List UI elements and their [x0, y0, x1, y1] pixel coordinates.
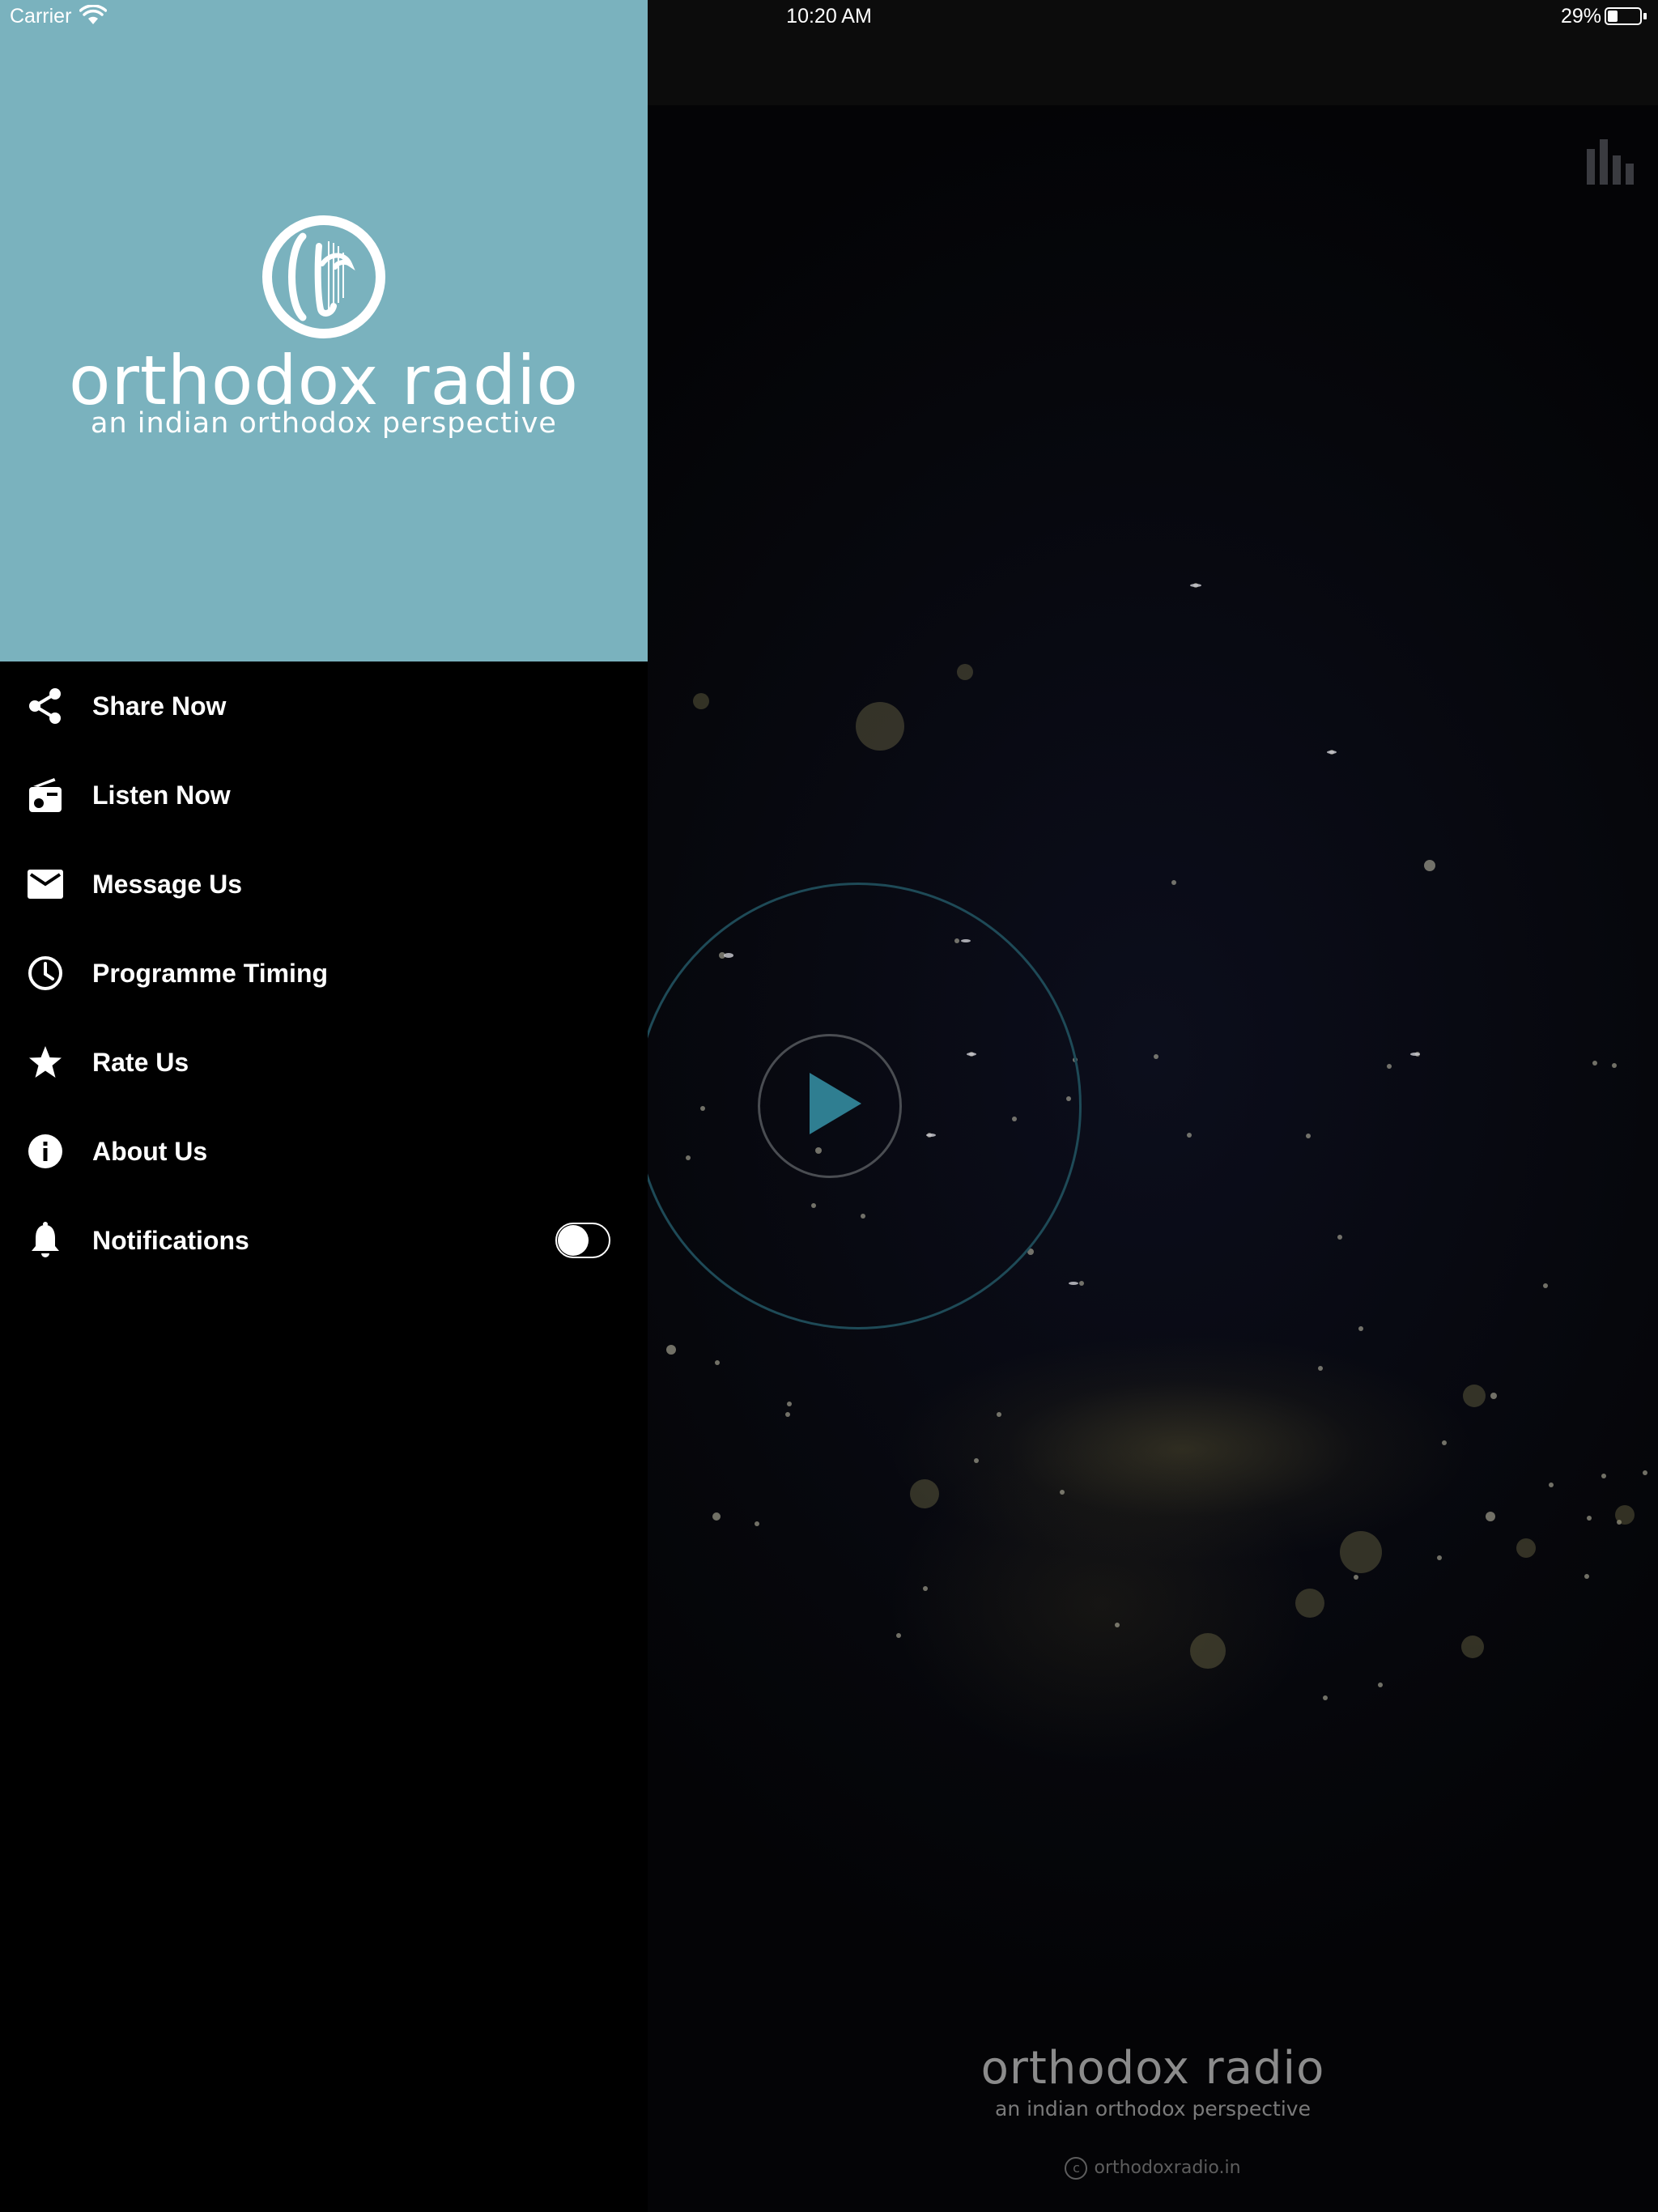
menu-label: Message Us — [92, 869, 242, 899]
drawer-menu: Share Now Listen Now Message Us Programm… — [0, 661, 648, 1285]
orthodox-radio-logo-icon — [262, 215, 385, 338]
menu-item-message-us[interactable]: Message Us — [0, 840, 648, 929]
menu-item-share-now[interactable]: Share Now — [0, 661, 648, 751]
status-time: 10:20 AM — [786, 5, 872, 28]
share-icon — [27, 687, 64, 725]
menu-item-notifications: Notifications — [0, 1196, 648, 1285]
copyright-site: orthodoxradio.in — [1094, 2158, 1241, 2178]
menu-item-programme-timing[interactable]: Programme Timing — [0, 929, 648, 1018]
menu-item-about-us[interactable]: About Us — [0, 1107, 648, 1196]
copyright-icon: c — [1065, 2157, 1088, 2180]
menu-label: Notifications — [92, 1225, 249, 1255]
star-icon — [27, 1044, 64, 1081]
menu-label: Programme Timing — [92, 958, 329, 988]
player-brand-title: orthodox radio — [980, 2042, 1325, 2095]
status-battery-percent: 29% — [1561, 5, 1602, 28]
radio-icon — [27, 776, 64, 814]
play-icon[interactable] — [810, 1073, 861, 1134]
toggle-knob — [558, 1225, 589, 1256]
notifications-toggle[interactable] — [555, 1223, 610, 1258]
info-icon — [27, 1133, 64, 1170]
menu-label: About Us — [92, 1136, 208, 1166]
menu-item-listen-now[interactable]: Listen Now — [0, 751, 648, 840]
player-screen: orthodox radio an indian orthodox perspe… — [635, 0, 1658, 2212]
mail-icon — [27, 866, 64, 903]
menu-item-rate-us[interactable]: Rate Us — [0, 1018, 648, 1107]
side-drawer: orthodox radio an indian orthodox perspe… — [0, 0, 648, 2212]
menu-label: Share Now — [92, 691, 227, 721]
bell-icon — [27, 1222, 64, 1259]
equalizer-icon[interactable] — [1587, 139, 1634, 185]
copyright-text: c orthodoxradio.in — [648, 2157, 1658, 2180]
player-brand-tagline: an indian orthodox perspective — [995, 2097, 1311, 2121]
battery-tip — [1643, 13, 1647, 19]
battery-icon — [1605, 7, 1642, 25]
clock-icon — [27, 955, 64, 992]
menu-label: Rate Us — [92, 1047, 189, 1077]
logo-tagline: an indian orthodox perspective — [91, 407, 557, 440]
drawer-header: orthodox radio an indian orthodox perspe… — [0, 0, 648, 661]
menu-label: Listen Now — [92, 780, 231, 810]
status-bar: Carrier 10:20 AM 29% — [0, 0, 1658, 32]
